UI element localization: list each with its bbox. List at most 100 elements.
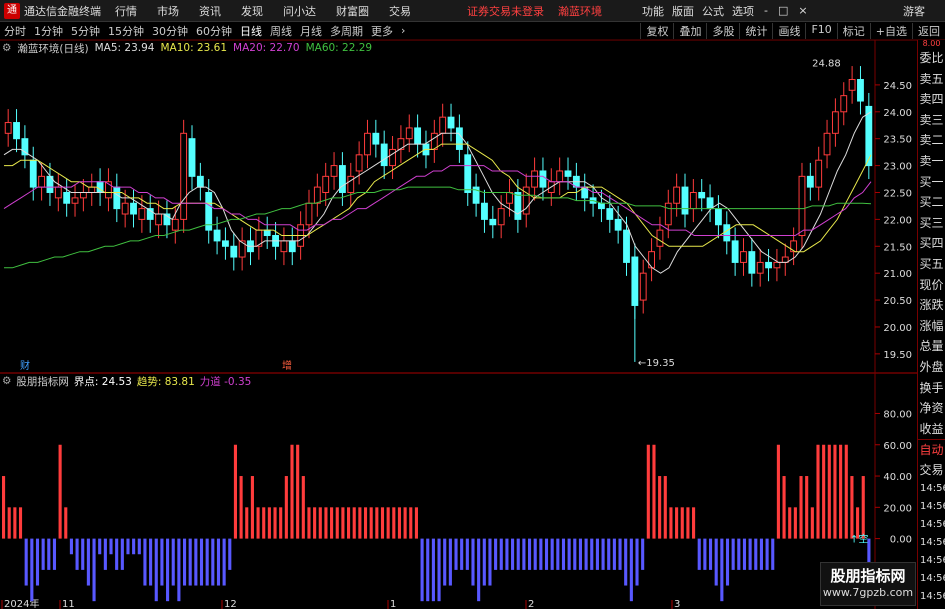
indicator-bar xyxy=(544,538,549,570)
period-1min[interactable]: 1分钟 xyxy=(34,23,63,39)
menu-item-wealth[interactable]: 财富圈 xyxy=(336,3,369,19)
indicator-bar xyxy=(720,538,724,602)
candle-body xyxy=(288,240,296,253)
adjust-button[interactable]: 复权 xyxy=(640,22,673,39)
candle-body xyxy=(464,154,472,193)
candle-body xyxy=(706,197,714,210)
indicator-bar xyxy=(573,538,577,570)
draw-button[interactable]: 画线 xyxy=(772,22,805,39)
minimize-icon[interactable]: - xyxy=(764,4,768,17)
indicator-bar xyxy=(527,538,532,570)
candle-body xyxy=(497,208,505,226)
indicator-bar xyxy=(199,538,204,586)
date-label: 11 xyxy=(62,599,75,609)
overlay-button[interactable]: 叠加 xyxy=(673,22,706,39)
indicator-bar xyxy=(861,476,865,539)
period-more[interactable]: 更多 xyxy=(371,23,393,39)
indicator-bar xyxy=(788,507,792,539)
ma20-label: MA20: 22.70 xyxy=(233,42,300,54)
candle-body xyxy=(481,202,488,220)
period-15min[interactable]: 15分钟 xyxy=(108,23,144,39)
close-icon[interactable]: × xyxy=(798,4,807,17)
candle-body xyxy=(4,122,12,134)
multi-stock-button[interactable]: 多股 xyxy=(706,22,739,39)
indicator-bar xyxy=(64,507,68,539)
candle-body xyxy=(38,175,46,188)
indicator-bar xyxy=(69,538,73,555)
period-daily[interactable]: 日线 xyxy=(240,23,262,39)
price-tick-label: 20.50 xyxy=(883,296,912,307)
indicator-bar xyxy=(635,538,639,586)
indicator-bar xyxy=(13,507,17,539)
stats-button[interactable]: 统计 xyxy=(739,22,772,39)
period-30min[interactable]: 30分钟 xyxy=(152,23,188,39)
indicator-bar xyxy=(663,476,667,539)
indicator-bar xyxy=(7,507,11,539)
indicator-bar xyxy=(844,444,848,539)
candle-body xyxy=(138,208,146,220)
menu-item-market[interactable]: 市场 xyxy=(157,3,179,19)
menu-item-news[interactable]: 资讯 xyxy=(199,3,221,19)
indicator-bar xyxy=(35,538,40,586)
menu-layout[interactable]: 版面 xyxy=(672,3,694,19)
indicator-bar xyxy=(313,507,317,539)
menu-options[interactable]: 选项 xyxy=(732,3,754,19)
indicator-bar xyxy=(92,538,96,602)
panel-label: 卖一 xyxy=(919,153,944,168)
menu-item-discover[interactable]: 发现 xyxy=(241,3,263,19)
period-monthly[interactable]: 月线 xyxy=(300,23,322,39)
chart-area[interactable]: 24.50 24.00 23.50 23.00 22.50 22.00 21.50 21.00… xyxy=(0,40,917,609)
guest-label[interactable]: 游客 xyxy=(903,3,925,19)
period-intraday[interactable]: 分时 xyxy=(4,23,26,39)
candle-body xyxy=(606,208,614,220)
indicator-bar xyxy=(618,538,622,570)
period-weekly[interactable]: 周线 xyxy=(270,23,292,39)
maximize-icon[interactable]: □ xyxy=(778,4,788,17)
gear-icon[interactable]: ⚙ xyxy=(2,42,11,54)
candle-body xyxy=(798,175,806,237)
chevron-right-icon[interactable]: › xyxy=(401,24,405,37)
indicator-bar xyxy=(646,444,650,539)
candle-body xyxy=(514,191,522,220)
trade-time: 14:56 xyxy=(920,519,945,531)
menu-item-trade[interactable]: 交易 xyxy=(389,3,411,19)
price-tick-label: 19.50 xyxy=(883,350,912,361)
gear-icon[interactable]: ⚙ xyxy=(2,375,11,387)
candle-body xyxy=(740,251,747,263)
watermark: 股朋指标网 www.7gpzb.com xyxy=(820,562,916,606)
panel-label: 卖三 xyxy=(919,112,944,127)
panel-label: 卖五 xyxy=(919,71,944,86)
period-multi[interactable]: 多周期 xyxy=(330,23,363,39)
indicator-bar xyxy=(703,538,707,570)
back-button[interactable]: 返回 xyxy=(912,22,945,39)
menu-function[interactable]: 功能 xyxy=(642,3,664,19)
indicator-bar xyxy=(171,538,175,586)
watermark-title: 股朋指标网 xyxy=(830,567,906,585)
indicator-bar xyxy=(296,444,300,539)
candle-body xyxy=(213,229,221,242)
menu-item-quotes[interactable]: 行情 xyxy=(115,3,137,19)
period-5min[interactable]: 5分钟 xyxy=(71,23,100,39)
indicator-bar xyxy=(115,538,119,570)
indicator-bar xyxy=(850,476,854,539)
menu-item-assistant[interactable]: 问小达 xyxy=(283,3,316,19)
trade-time: 14:56 xyxy=(920,501,945,513)
menu-formula[interactable]: 公式 xyxy=(702,3,724,19)
candle-body xyxy=(230,245,238,258)
add-watchlist-button[interactable]: +自选 xyxy=(869,22,912,39)
indicator-bar xyxy=(52,538,57,570)
indicator-bar xyxy=(341,507,345,539)
indicator-bar xyxy=(539,538,543,570)
candle-body xyxy=(823,132,831,156)
period-60min[interactable]: 60分钟 xyxy=(196,23,232,39)
tab-trade[interactable]: 交易 xyxy=(918,460,945,481)
indicator-bar xyxy=(494,538,498,570)
login-notice[interactable]: 证券交易未登录 xyxy=(467,3,544,19)
mark-button[interactable]: 标记 xyxy=(836,22,870,39)
tab-auto[interactable]: 自动 xyxy=(918,439,945,460)
indicator-bar xyxy=(511,538,515,570)
indicator-bar xyxy=(477,538,481,602)
f10-button[interactable]: F10 xyxy=(805,22,836,39)
indicator-bar xyxy=(409,507,413,539)
candle-body xyxy=(389,148,396,167)
